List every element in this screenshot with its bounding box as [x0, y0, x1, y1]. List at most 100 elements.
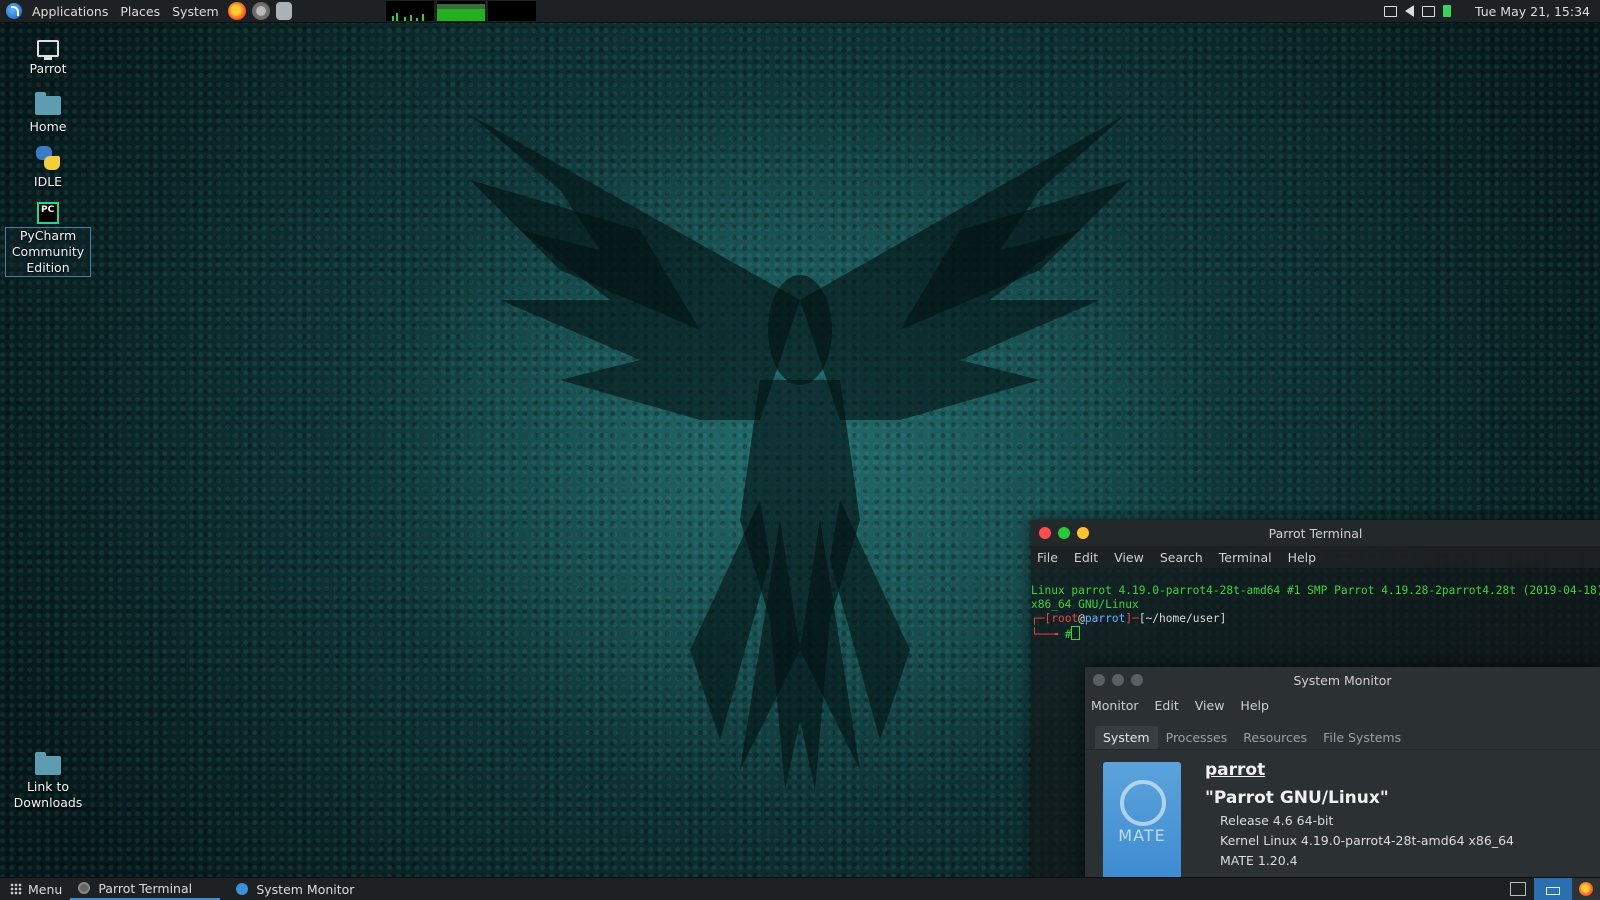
prompt-host: parrot: [1084, 612, 1126, 625]
screen-icon[interactable]: [1421, 5, 1435, 17]
bottom-panel: Menu Parrot Terminal System Monitor: [0, 877, 1600, 900]
system-tray: Tue May 21, 15:34: [1383, 4, 1600, 19]
python-icon: [36, 146, 60, 170]
sysmon-titlebar[interactable]: System Monitor: [1085, 667, 1600, 693]
desktop-icon-downloads[interactable]: Link to Downloads: [6, 752, 90, 811]
system-info: parrot "Parrot GNU/Linux" Release 4.6 64…: [1205, 760, 1514, 868]
firefox-launcher-icon[interactable]: [227, 2, 246, 20]
taskbar-item-label: System Monitor: [256, 881, 355, 897]
release-info: Release 4.6 64-bit: [1220, 813, 1334, 828]
computer-icon: [37, 40, 59, 60]
pycharm-icon: PC: [37, 202, 59, 224]
workspace-preview[interactable]: [1572, 878, 1600, 900]
menu-help[interactable]: Help: [1280, 550, 1325, 565]
desktop-icon-label: PyCharm Community Edition: [5, 227, 91, 277]
prompt-path: [~/home/user]: [1138, 612, 1227, 625]
desktop-icon-label: Link to Downloads: [6, 779, 90, 811]
terminal-line: Linux parrot 4.19.0-parrot4-28t-amd64 #1…: [1031, 584, 1600, 597]
terminal-input-line[interactable]: └──╼ #: [1031, 626, 1600, 642]
home-folder-icon: [35, 92, 61, 115]
clock[interactable]: Tue May 21, 15:34: [1475, 4, 1590, 19]
maximize-button[interactable]: [1058, 527, 1070, 539]
mate-logo-text: MATE: [1118, 826, 1166, 845]
taskbar-item-label: Parrot Terminal: [98, 880, 193, 896]
menu-monitor[interactable]: Monitor: [1085, 698, 1147, 713]
app-grid-icon[interactable]: [10, 883, 22, 895]
terminal-output[interactable]: Linux parrot 4.19.0-parrot4-28t-amd64 #1…: [1031, 568, 1600, 670]
folder-link-icon: [35, 752, 61, 775]
settings-launcher-icon[interactable]: [251, 2, 270, 20]
main-menu-button[interactable]: Menu: [28, 882, 62, 897]
menu-edit[interactable]: Edit: [1066, 550, 1106, 565]
desktop-icon-pycharm[interactable]: PC PyCharm Community Edition: [5, 202, 91, 277]
memory-graph[interactable]: [436, 1, 485, 21]
menu-help[interactable]: Help: [1232, 698, 1277, 713]
desktop-icon-label: Home: [29, 119, 67, 134]
menu-view[interactable]: View: [1187, 698, 1233, 713]
system-monitor-icon: [236, 883, 249, 895]
menu-search[interactable]: Search: [1152, 550, 1211, 565]
system-menu[interactable]: System: [166, 0, 225, 22]
mate-ring-icon: [1120, 780, 1166, 826]
bottom-panel-right: [1502, 878, 1600, 900]
volume-icon[interactable]: [1404, 5, 1414, 17]
applications-menu[interactable]: Applications: [26, 0, 114, 22]
prompt-symbol: #: [1064, 628, 1072, 641]
prompt-user: root: [1051, 612, 1079, 625]
tab-resources[interactable]: Resources: [1235, 726, 1315, 749]
close-button[interactable]: [1093, 674, 1105, 686]
prompt-at: @: [1078, 612, 1085, 625]
close-button[interactable]: [1039, 527, 1051, 539]
network-graph[interactable]: [487, 1, 536, 21]
terminal-line: x86_64 GNU/Linux: [1031, 598, 1139, 611]
files-launcher-icon[interactable]: [275, 2, 292, 20]
show-desktop-icon[interactable]: [1510, 882, 1526, 896]
mate-version: MATE 1.20.4: [1220, 853, 1298, 868]
desktop-icon-idle[interactable]: IDLE: [6, 146, 90, 190]
desktop-icon-label: IDLE: [33, 174, 63, 189]
tab-system[interactable]: System: [1095, 726, 1158, 749]
desktop-icon-home[interactable]: Home: [6, 92, 90, 135]
tab-file-systems[interactable]: File Systems: [1315, 726, 1409, 749]
label-line: Downloads: [13, 795, 83, 810]
battery-icon[interactable]: [1442, 5, 1451, 17]
label-line: Community: [11, 244, 85, 259]
minimize-button[interactable]: [1131, 674, 1143, 686]
display-icon[interactable]: [1383, 5, 1397, 17]
menu-file[interactable]: File: [1031, 550, 1066, 565]
top-panel: Applications Places System Tue May 21, 1…: [0, 0, 1600, 23]
terminal-prompt-line: ┌─[root@parrot]─[~/home/user]: [1031, 612, 1227, 625]
menu-view[interactable]: View: [1106, 550, 1152, 565]
minimize-button[interactable]: [1077, 527, 1089, 539]
desktop-icon-parrot[interactable]: Parrot: [6, 36, 90, 77]
menu-edit[interactable]: Edit: [1147, 698, 1187, 713]
workspace-switcher[interactable]: [1534, 878, 1572, 900]
terminal-icon: [78, 882, 91, 894]
window-title: Parrot Terminal: [1268, 525, 1363, 541]
window-title: System Monitor: [1293, 672, 1392, 688]
terminal-titlebar[interactable]: Parrot Terminal: [1031, 520, 1600, 546]
os-name: "Parrot GNU/Linux": [1205, 788, 1389, 808]
mate-logo: MATE: [1103, 762, 1181, 880]
label-line: Link to: [26, 779, 70, 794]
sysmon-menubar: Monitor Edit View Help: [1085, 693, 1600, 717]
cpu-graph[interactable]: [385, 1, 434, 21]
system-tab-content: MATE parrot "Parrot GNU/Linux" Release 4…: [1085, 750, 1600, 880]
firefox-icon: [1579, 882, 1593, 896]
text-cursor: [1071, 626, 1081, 640]
hostname: parrot: [1205, 760, 1266, 780]
places-menu[interactable]: Places: [114, 0, 166, 22]
label-line: Edition: [26, 260, 70, 275]
desktop-icon-label: Parrot: [29, 61, 67, 76]
taskbar-item-terminal[interactable]: Parrot Terminal: [70, 878, 221, 900]
sysmon-tabs: System Processes Resources File Systems: [1085, 725, 1600, 750]
parrot-menu-icon[interactable]: [6, 3, 22, 19]
tab-processes[interactable]: Processes: [1158, 726, 1236, 749]
taskbar-item-system-monitor[interactable]: System Monitor: [228, 878, 362, 900]
kernel-info: Kernel Linux 4.19.0-parrot4-28t-amd64 x8…: [1220, 833, 1514, 848]
menu-terminal[interactable]: Terminal: [1211, 550, 1280, 565]
system-monitor-window[interactable]: System Monitor Monitor Edit View Help Sy…: [1085, 667, 1600, 900]
terminal-menubar: File Edit View Search Terminal Help: [1031, 546, 1600, 568]
label-line: PyCharm: [19, 228, 77, 243]
maximize-button[interactable]: [1112, 674, 1124, 686]
